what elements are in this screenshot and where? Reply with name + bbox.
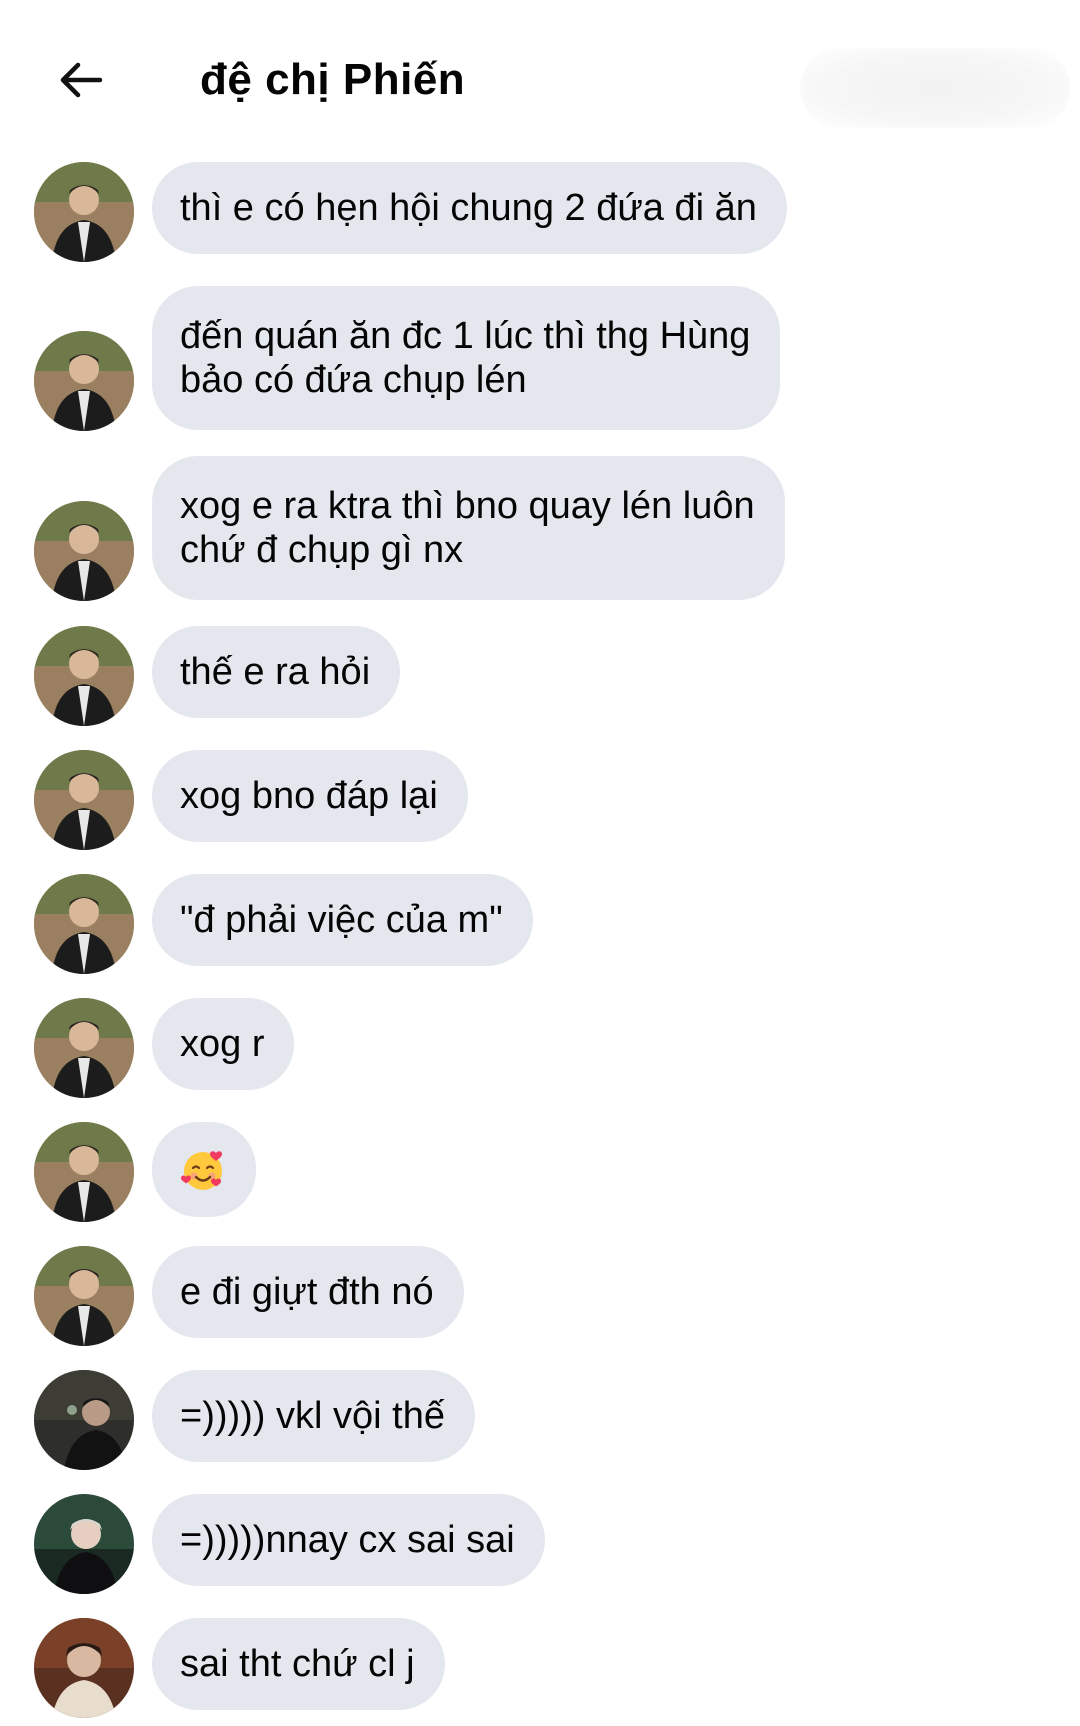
avatar-a[interactable]	[34, 1246, 134, 1346]
avatar-c[interactable]	[34, 1494, 134, 1594]
avatar-a[interactable]	[34, 998, 134, 1098]
message-bubble[interactable]: =))))) vkl vội thế	[152, 1370, 475, 1462]
avatar-a[interactable]	[34, 501, 134, 601]
avatar-a[interactable]	[34, 1122, 134, 1222]
avatar-b[interactable]	[34, 1370, 134, 1470]
message-bubble[interactable]: e đi giựt đth nó	[152, 1246, 464, 1338]
avatar-d[interactable]	[34, 1618, 134, 1718]
message-list: thì e có hẹn hội chung 2 đứa đi ăn đến q…	[0, 0, 1080, 1726]
smiling-face-with-hearts-icon	[181, 1151, 222, 1190]
avatar-a[interactable]	[34, 750, 134, 850]
message-bubble[interactable]: sai tht chứ cl j	[152, 1618, 445, 1710]
message-bubble[interactable]: xog r	[152, 998, 295, 1090]
avatar-a[interactable]	[34, 331, 134, 431]
avatar-a[interactable]	[34, 626, 134, 726]
message-bubble[interactable]: xog bno đáp lại	[152, 750, 468, 842]
avatar-a[interactable]	[34, 874, 134, 974]
message-bubble[interactable]: thì e có hẹn hội chung 2 đứa đi ăn	[152, 162, 787, 254]
message-bubble[interactable]	[152, 1122, 256, 1217]
message-bubble[interactable]: đến quán ăn đc 1 lúc thì thg Hùng bảo có…	[152, 286, 781, 430]
message-bubble[interactable]: xog e ra ktra thì bno quay lén luôn chứ …	[152, 456, 785, 600]
message-bubble[interactable]: "đ phải việc của m"	[152, 874, 533, 966]
avatar-a[interactable]	[34, 162, 134, 262]
message-bubble[interactable]: =)))))nnay cx sai sai	[152, 1494, 545, 1586]
message-bubble[interactable]: thế e ra hỏi	[152, 626, 401, 718]
